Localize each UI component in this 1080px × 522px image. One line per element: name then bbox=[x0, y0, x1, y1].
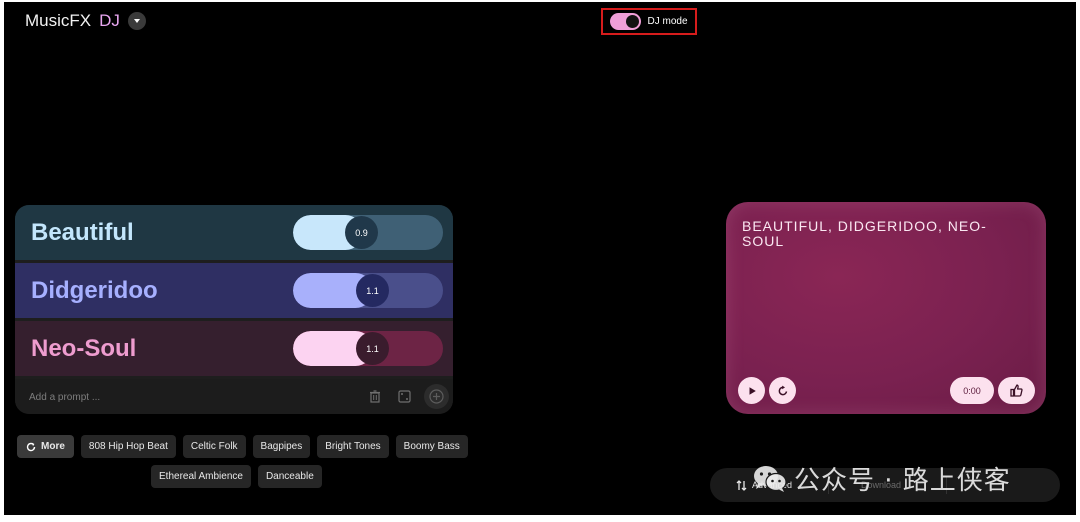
brand-dropdown-button[interactable] bbox=[127, 12, 146, 30]
chip-celtic-folk[interactable]: Celtic Folk bbox=[182, 435, 246, 458]
chip-bright-tones[interactable]: Bright Tones bbox=[317, 435, 389, 458]
dj-mode-toggle[interactable]: DJ mode bbox=[601, 8, 697, 35]
chip-boomy-bass[interactable]: Boomy Bass bbox=[395, 435, 468, 458]
dj-mode-switch[interactable] bbox=[610, 13, 642, 30]
prompt-row-didgeridoo: Didgeridoo 1.1 bbox=[15, 263, 453, 318]
reset-icon bbox=[778, 385, 787, 395]
player-card: BEAUTIFUL, DIDGERIDOO, NEO-SOUL 0:00 bbox=[726, 202, 1046, 414]
like-button[interactable] bbox=[998, 377, 1035, 404]
prompt-label[interactable]: Didgeridoo bbox=[31, 277, 158, 305]
slider-knob[interactable]: 1.1 bbox=[356, 274, 389, 307]
plus-icon bbox=[429, 389, 444, 404]
more-label: More bbox=[41, 441, 65, 452]
playback-time: 0:00 bbox=[950, 377, 994, 404]
prompt-row-beautiful: Beautiful 0.9 bbox=[15, 205, 453, 260]
slider-knob[interactable]: 0.9 bbox=[345, 216, 378, 249]
chip-bagpipes[interactable]: Bagpipes bbox=[252, 435, 311, 458]
play-icon bbox=[749, 386, 756, 395]
chip-danceable[interactable]: Danceable bbox=[257, 465, 322, 488]
watermark-text: 公众号 · 路上侠客 bbox=[794, 466, 1011, 496]
prompt-weight-slider[interactable]: 1.1 bbox=[293, 273, 443, 308]
prompt-weight-slider[interactable]: 0.9 bbox=[293, 215, 443, 250]
chip-ethereal-ambience[interactable]: Ethereal Ambience bbox=[151, 465, 251, 488]
brand-name: MusicFX bbox=[25, 11, 92, 30]
prompt-label[interactable]: Beautiful bbox=[31, 219, 134, 247]
refresh-icon bbox=[26, 442, 36, 451]
prompt-label[interactable]: Neo-Soul bbox=[31, 335, 136, 363]
trash-icon[interactable] bbox=[369, 390, 381, 403]
prompt-weight-slider[interactable]: 1.1 bbox=[293, 331, 443, 366]
suggestion-chips-row-1: More 808 Hip Hop Beat Celtic Folk Bagpip… bbox=[17, 435, 468, 458]
reset-button[interactable] bbox=[769, 377, 796, 404]
dice-icon[interactable] bbox=[398, 390, 411, 403]
play-button[interactable] bbox=[738, 377, 765, 404]
add-prompt-row bbox=[15, 379, 453, 414]
prompt-row-neo-soul: Neo-Soul 1.1 bbox=[15, 321, 453, 376]
player-title: BEAUTIFUL, DIDGERIDOO, NEO-SOUL bbox=[742, 218, 987, 249]
dj-mode-switch-knob bbox=[626, 15, 640, 28]
brand: MusicFX DJ bbox=[25, 11, 146, 31]
more-suggestions-button[interactable]: More bbox=[17, 435, 74, 458]
app-window: MusicFX DJ DJ mode Beautiful 0.9 Didgeri… bbox=[4, 2, 1076, 515]
brand-suffix: DJ bbox=[99, 11, 120, 30]
wechat-icon bbox=[754, 465, 787, 492]
suggestion-chips-row-2: Ethereal Ambience Danceable bbox=[151, 465, 322, 488]
slider-knob[interactable]: 1.1 bbox=[356, 332, 389, 365]
thumbs-up-icon bbox=[1010, 384, 1023, 397]
watermark: 公众号 · 路上侠客 bbox=[752, 460, 1011, 497]
add-prompt-button[interactable] bbox=[424, 384, 449, 409]
add-prompt-input[interactable] bbox=[29, 388, 349, 406]
dj-mode-label: DJ mode bbox=[647, 16, 688, 27]
sort-arrows-icon bbox=[736, 479, 747, 491]
prompt-panel: Beautiful 0.9 Didgeridoo 1.1 Neo-Soul 1.… bbox=[15, 205, 453, 414]
chip-808-hip-hop-beat[interactable]: 808 Hip Hop Beat bbox=[80, 435, 176, 458]
